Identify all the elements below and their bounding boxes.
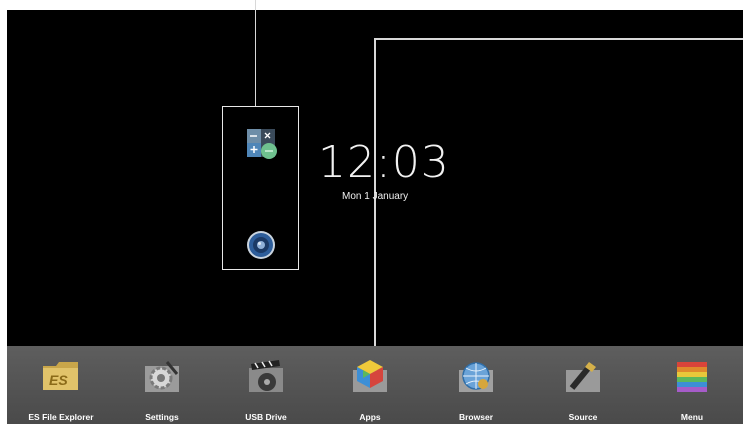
es-folder-icon: ES	[43, 362, 78, 390]
dock-item-browser[interactable]: Browser	[431, 346, 521, 424]
dock-item-settings[interactable]: Settings	[117, 346, 207, 424]
dock-label: Source	[568, 412, 598, 422]
clock-time: 12:03	[318, 137, 450, 188]
dock-label: Settings	[145, 412, 179, 422]
dock-label: Browser	[458, 412, 493, 422]
dock-item-menu[interactable]: Menu	[647, 346, 737, 424]
callout-line-widget	[255, 0, 256, 106]
dock-item-source[interactable]: Source	[538, 346, 628, 424]
settings-gear-icon	[145, 361, 179, 392]
svg-text:ES: ES	[49, 372, 68, 388]
dock-item-es-file-explorer[interactable]: ES ES File Explorer	[16, 346, 106, 424]
clock-date: Mon 1 January	[342, 191, 409, 202]
dock-label: Apps	[359, 412, 381, 422]
app-dock: ES ES File Explorer Settings USB Drive A…	[7, 346, 743, 424]
dock-label: ES File Explorer	[28, 412, 94, 422]
dock-item-apps[interactable]: Apps	[325, 346, 415, 424]
dock-label: Menu	[680, 412, 704, 422]
dock-label: USB Drive	[245, 412, 287, 422]
apps-cube-icon	[353, 360, 387, 392]
dock-item-usb-drive[interactable]: USB Drive	[221, 346, 311, 424]
menu-books-icon	[677, 362, 707, 392]
globe-icon	[459, 362, 493, 392]
callout-line-apps-horizontal	[374, 38, 743, 40]
hdmi-cable-icon	[566, 362, 600, 392]
speaker-icon[interactable]	[246, 230, 276, 260]
calculator-icon[interactable]	[247, 129, 277, 159]
film-reel-icon	[249, 360, 283, 392]
